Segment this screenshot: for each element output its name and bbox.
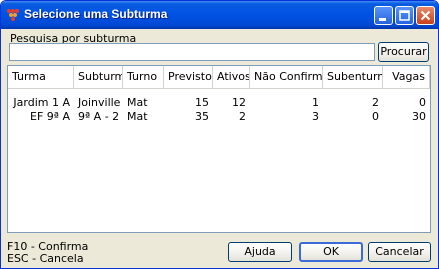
cell-turno: Mat [127, 96, 148, 109]
cell-ativos: 12 [232, 96, 246, 109]
col-nao-confirmado-header[interactable]: Não Confirmado [250, 66, 323, 88]
cell-previstos: 15 [195, 96, 209, 109]
search-input[interactable] [9, 43, 375, 61]
col-turno-header[interactable]: Turno [123, 66, 164, 88]
app-dots-icon [7, 9, 19, 21]
window-title: Selecione uma Subturma [24, 7, 168, 21]
table-row[interactable]: Jardim 1 A Joinville Mat 15 12 1 2 0 [8, 96, 430, 110]
col-vagas-header[interactable]: Vagas [383, 66, 430, 88]
cell-ativos: 2 [239, 110, 246, 123]
close-button[interactable] [416, 6, 435, 25]
subturma-table[interactable]: Turma Subturma Turno Previstos Ativos Nã… [7, 65, 431, 233]
title-bar[interactable]: Selecione uma Subturma [1, 1, 438, 29]
cell-turma: Jardim 1 A [13, 96, 70, 109]
cell-previstos: 35 [195, 110, 209, 123]
search-button[interactable]: Procurar [378, 42, 429, 62]
col-ativos-header[interactable]: Ativos [213, 66, 250, 88]
minimize-button[interactable] [374, 6, 393, 25]
col-turma-header[interactable]: Turma [8, 66, 74, 88]
close-icon [420, 10, 431, 21]
col-subenturma-header[interactable]: Subenturm... [323, 66, 383, 88]
minimize-icon [379, 18, 386, 21]
help-button[interactable]: Ajuda [228, 242, 292, 262]
dialog-body: Pesquisa por subturma Procurar Turma Sub… [4, 29, 435, 265]
dialog-window: Selecione uma Subturma Pesquisa por subt… [0, 0, 439, 269]
col-subturma-header[interactable]: Subturma [74, 66, 123, 88]
cancel-button[interactable]: Cancelar [368, 242, 431, 262]
maximize-button[interactable] [395, 6, 414, 25]
table-row[interactable]: EF 9ª A 9ª A - 2 Mat 35 2 3 0 30 [8, 110, 430, 124]
maximize-icon [399, 10, 410, 21]
ok-button[interactable]: OK [299, 242, 363, 262]
cell-subenturma: 2 [372, 96, 379, 109]
hint-cancel: ESC - Cancela [7, 252, 84, 265]
cell-turno: Mat [127, 110, 148, 123]
cell-vagas: 0 [419, 96, 426, 109]
cell-subenturma: 0 [372, 110, 379, 123]
cell-turma: EF 9ª A [30, 110, 70, 123]
table-header: Turma Subturma Turno Previstos Ativos Nã… [8, 66, 430, 89]
cell-vagas: 30 [412, 110, 426, 123]
cell-subturma: Joinville [78, 96, 121, 109]
cell-subturma: 9ª A - 2 [78, 110, 120, 123]
cell-nao-confirmado: 3 [312, 110, 319, 123]
col-previstos-header[interactable]: Previstos [164, 66, 213, 88]
cell-nao-confirmado: 1 [312, 96, 319, 109]
